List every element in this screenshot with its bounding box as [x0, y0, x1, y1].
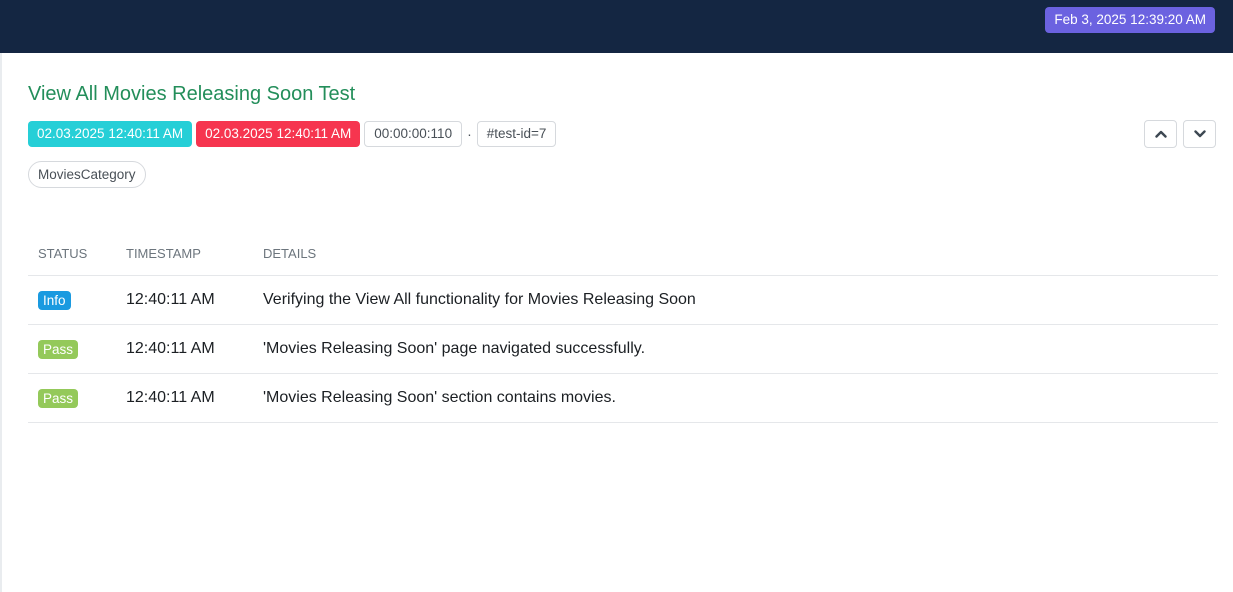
- top-navbar: Feb 3, 2025 12:39:20 AM: [0, 0, 1233, 53]
- timestamp-cell: 12:40:11 AM: [116, 275, 253, 325]
- log-row: Pass 12:40:11 AM 'Movies Releasing Soon'…: [28, 373, 1218, 423]
- log-row: Info 12:40:11 AM Verifying the View All …: [28, 275, 1218, 325]
- log-row: Pass 12:40:11 AM 'Movies Releasing Soon'…: [28, 324, 1218, 374]
- details-cell: 'Movies Releasing Soon' page navigated s…: [253, 324, 1218, 374]
- category-tag[interactable]: MoviesCategory: [28, 161, 146, 188]
- details-cell: 'Movies Releasing Soon' section contains…: [253, 373, 1218, 423]
- report-date-badge: Feb 3, 2025 12:39:20 AM: [1045, 7, 1215, 33]
- log-table: STATUS TIMESTAMP DETAILS Info 12:40:11 A…: [28, 231, 1218, 423]
- next-test-button[interactable]: [1183, 120, 1216, 148]
- log-table-header-row: STATUS TIMESTAMP DETAILS: [28, 231, 1218, 276]
- timestamp-cell: 12:40:11 AM: [116, 373, 253, 423]
- test-title: View All Movies Releasing Soon Test: [28, 83, 356, 105]
- column-header-timestamp: TIMESTAMP: [116, 231, 253, 276]
- meta-separator: ·: [467, 126, 472, 142]
- status-cell: Pass: [28, 373, 116, 423]
- column-header-status: STATUS: [28, 231, 116, 276]
- status-badge: Pass: [38, 388, 79, 408]
- previous-test-button[interactable]: [1144, 120, 1177, 148]
- test-meta-row: 02.03.2025 12:40:11 AM 02.03.2025 12:40:…: [28, 121, 557, 147]
- test-nav-buttons: [1144, 120, 1216, 148]
- status-cell: Pass: [28, 324, 116, 374]
- chevron-down-icon: [1193, 130, 1206, 138]
- timestamp-cell: 12:40:11 AM: [116, 324, 253, 374]
- test-detail-panel: View All Movies Releasing Soon Test 02.0…: [0, 53, 1233, 592]
- status-cell: Info: [28, 275, 116, 325]
- details-cell: Verifying the View All functionality for…: [253, 275, 1218, 325]
- start-time-badge: 02.03.2025 12:40:11 AM: [28, 121, 193, 147]
- status-badge: Info: [38, 290, 71, 310]
- test-id-badge: #test-id=7: [476, 121, 557, 147]
- status-badge: Pass: [38, 339, 79, 359]
- end-time-badge: 02.03.2025 12:40:11 AM: [196, 121, 361, 147]
- column-header-details: DETAILS: [253, 231, 1218, 276]
- duration-badge: 00:00:00:110: [364, 121, 463, 147]
- chevron-up-icon: [1154, 130, 1167, 138]
